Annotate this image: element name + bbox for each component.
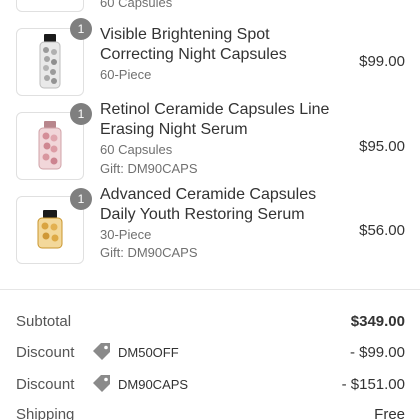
quantity-badge: 1 — [70, 18, 92, 40]
shipping-value: Free — [374, 406, 405, 420]
subtotal-row: Subtotal $349.00 — [16, 313, 405, 333]
discount-code-text: DM50OFF — [118, 344, 179, 360]
capsule-jar-image — [38, 121, 62, 170]
discount-code: DM90CAPS — [92, 373, 188, 395]
item-price: $56.00 — [359, 222, 405, 239]
shipping-row: Shipping Free — [16, 406, 405, 420]
product-thumbnail — [16, 28, 84, 96]
item-variant: 60-Piece — [100, 67, 152, 82]
item-price: $95.00 — [359, 138, 405, 155]
item-gift-code: Gift: DM90CAPS — [100, 245, 198, 260]
discount-value: - $99.00 — [349, 344, 405, 361]
discount-label: Discount — [16, 376, 75, 393]
discount-row: Discount DM90CAPS - $151.00 — [16, 373, 405, 396]
item-title-line: Retinol Ceramide Capsules Line — [100, 101, 330, 118]
subtotal-value: $349.00 — [350, 313, 405, 330]
item-title: Retinol Ceramide Capsules Line Erasing N… — [100, 100, 330, 140]
discount-row: Discount DM50OFF - $99.00 — [16, 341, 405, 364]
item-variant: 60 Capsules — [100, 0, 173, 10]
subtotal-label: Subtotal — [16, 313, 72, 330]
capsule-jar-image — [39, 34, 61, 89]
item-price: $99.00 — [359, 53, 405, 70]
item-title-line: Erasing Night Serum — [100, 121, 248, 138]
item-title-line: Visible Brightening Spot — [100, 26, 270, 43]
tag-icon — [93, 375, 110, 392]
discount-code-text: DM90CAPS — [118, 376, 189, 392]
discount-code: DM50OFF — [92, 341, 179, 363]
item-title: Visible Brightening Spot Correcting Nigh… — [100, 25, 330, 65]
quantity-badge: 1 — [70, 188, 92, 210]
order-summary: 60 Capsules 1 Visible Brightening Spot C… — [0, 0, 420, 420]
tag-icon — [93, 343, 110, 360]
item-variant: 30-Piece — [100, 227, 152, 242]
capsule-jar-image — [37, 210, 63, 249]
discount-label: Discount — [16, 344, 75, 361]
shipping-label: Shipping — [16, 406, 75, 420]
item-title-line: Correcting Night Capsules — [100, 46, 287, 63]
item-gift-code: Gift: DM90CAPS — [100, 161, 198, 176]
divider — [0, 289, 420, 290]
item-title-line: Advanced Ceramide Capsules — [100, 186, 317, 203]
product-thumbnail — [16, 0, 84, 12]
quantity-badge: 1 — [70, 103, 92, 125]
item-title-line: Daily Youth Restoring Serum — [100, 206, 305, 223]
item-variant: 60 Capsules — [100, 142, 173, 157]
discount-value: - $151.00 — [341, 376, 405, 393]
item-title: Advanced Ceramide Capsules Daily Youth R… — [100, 185, 330, 225]
